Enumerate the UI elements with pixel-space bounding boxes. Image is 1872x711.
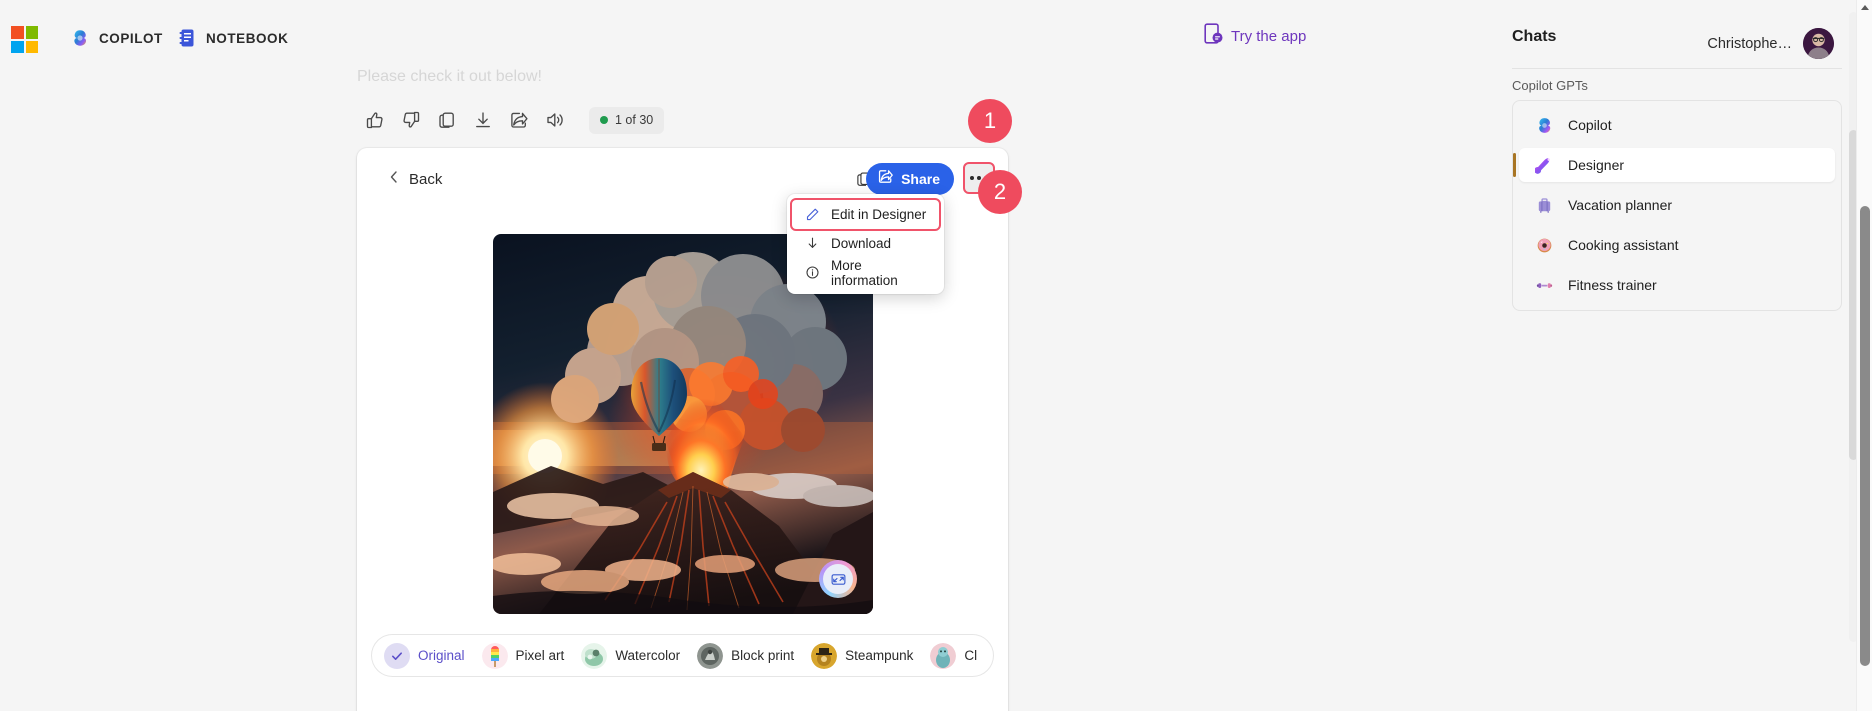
steampunk-thumb-icon: [811, 642, 838, 669]
clay-thumb-icon: [930, 642, 957, 669]
tab-copilot[interactable]: COPILOT: [70, 14, 163, 69]
style-chip-label: Block print: [731, 648, 795, 663]
style-chip-pixel-art[interactable]: Pixel art: [477, 639, 577, 672]
user-name-label: Christophe…: [1707, 35, 1792, 52]
designer-result-card: Back Share Edit in Designer Download Mor…: [357, 148, 1008, 711]
card-share-label: Share: [901, 171, 940, 187]
suitcase-icon: [1535, 196, 1554, 215]
sidebar-item-label: Cooking assistant: [1568, 237, 1679, 253]
menu-item-label: Edit in Designer: [831, 207, 927, 222]
pencil-icon: [804, 206, 821, 223]
avatar: [1803, 28, 1834, 59]
generation-counter-badge: 1 of 30: [589, 106, 665, 134]
message-action-toolbar: 1 of 30: [357, 102, 665, 138]
right-sidebar: Chats Christophe… Copilot GPTs Copilot D…: [1495, 0, 1872, 711]
menu-item-edit-in-designer[interactable]: Edit in Designer: [790, 198, 941, 231]
download-arrow-icon: [804, 235, 821, 252]
sidebar-item-copilot[interactable]: Copilot: [1519, 108, 1835, 142]
style-chip-block-print[interactable]: Block print: [692, 639, 806, 672]
share-icon[interactable]: [501, 102, 537, 138]
menu-item-download[interactable]: Download: [792, 229, 939, 258]
annotation-badge-1: 1: [968, 99, 1012, 143]
menu-item-label: More information: [831, 257, 898, 288]
copilot-gpt-icon: [1535, 116, 1554, 135]
copilot-gpts-list: Copilot Designer Vacation planner Cookin…: [1512, 100, 1842, 311]
copilot-icon: [70, 28, 90, 48]
menu-item-label: Download: [831, 236, 892, 251]
sidebar-item-label: Designer: [1568, 157, 1625, 173]
style-chip-label: Steampunk: [845, 648, 914, 663]
expand-image-button[interactable]: [819, 560, 857, 598]
watercolor-thumb-icon: [581, 642, 608, 669]
faded-assistant-message: Please check it out below!: [357, 68, 542, 85]
copy-icon[interactable]: [429, 102, 465, 138]
sidebar-item-fitness-trainer[interactable]: Fitness trainer: [1519, 268, 1835, 302]
sidebar-item-label: Vacation planner: [1568, 197, 1673, 213]
sidebar-item-vacation-planner[interactable]: Vacation planner: [1519, 188, 1835, 222]
page-scrollbar-thumb[interactable]: [1860, 206, 1870, 666]
card-share-button[interactable]: Share: [866, 163, 954, 195]
notebook-icon: [178, 28, 197, 48]
sidebar-divider: [1512, 68, 1842, 69]
sidebar-section-label: Copilot GPTs: [1512, 78, 1588, 93]
user-account-button[interactable]: Christophe…: [1707, 28, 1834, 59]
scroll-up-arrow-icon[interactable]: [1861, 5, 1869, 10]
sidebar-item-cooking-assistant[interactable]: Cooking assistant: [1519, 228, 1835, 262]
pixel-art-thumb-icon: [481, 642, 508, 669]
dumbbell-icon: [1535, 276, 1554, 295]
status-dot-icon: [600, 116, 608, 124]
chevron-left-icon: [387, 169, 401, 190]
menu-item-more-information[interactable]: More information: [792, 257, 939, 288]
style-chip-label: Cl: [964, 648, 978, 663]
generation-counter-label: 1 of 30: [615, 113, 654, 127]
sidebar-item-designer[interactable]: Designer: [1513, 148, 1835, 182]
thumbs-down-icon[interactable]: [393, 102, 429, 138]
tab-notebook-label: NOTEBOOK: [206, 30, 289, 46]
style-chips-strip[interactable]: Original Pixel art Watercolor Block prin…: [372, 635, 993, 676]
back-button-label: Back: [409, 170, 443, 188]
microsoft-logo: [11, 26, 38, 53]
sidebar-item-label: Fitness trainer: [1568, 277, 1657, 293]
sidebar-item-label: Copilot: [1568, 117, 1612, 133]
phone-chat-icon: [1204, 23, 1223, 49]
style-chip-steampunk[interactable]: Steampunk: [806, 639, 925, 672]
style-chip-label: Watercolor: [615, 648, 681, 663]
top-navigation-bar: COPILOT NOTEBOOK Try the app: [0, 0, 1495, 69]
style-chip-label: Original: [418, 648, 465, 663]
download-icon[interactable]: [465, 102, 501, 138]
style-chip-clay[interactable]: Cl: [925, 639, 989, 672]
share-box-icon: [877, 168, 894, 190]
info-circle-icon: [804, 264, 821, 281]
sidebar-title: Chats: [1512, 28, 1557, 45]
more-options-menu: Edit in Designer Download More informati…: [787, 194, 944, 294]
style-chip-original[interactable]: Original: [379, 639, 477, 672]
donut-icon: [1535, 236, 1554, 255]
tab-notebook[interactable]: NOTEBOOK: [178, 14, 288, 62]
annotation-badge-2: 2: [978, 170, 1022, 214]
back-button[interactable]: Back: [385, 162, 450, 196]
block-print-thumb-icon: [697, 642, 724, 669]
app-root: COPILOT NOTEBOOK Try the app Please chec…: [0, 0, 1872, 711]
tab-copilot-label: COPILOT: [99, 30, 163, 46]
try-the-app-button[interactable]: Try the app: [1204, 23, 1306, 49]
check-icon: [384, 642, 410, 669]
speaker-icon[interactable]: [537, 102, 573, 138]
expand-image-icon: [823, 564, 853, 594]
style-chip-label: Pixel art: [515, 648, 565, 663]
page-scrollbar[interactable]: [1856, 0, 1872, 711]
designer-icon: [1535, 156, 1554, 175]
style-chip-watercolor[interactable]: Watercolor: [576, 639, 692, 672]
main-conversation-pane: Please check it out below! 1 of 30 Back …: [0, 62, 1495, 711]
thumbs-up-icon[interactable]: [357, 102, 393, 138]
try-the-app-label: Try the app: [1231, 27, 1307, 45]
